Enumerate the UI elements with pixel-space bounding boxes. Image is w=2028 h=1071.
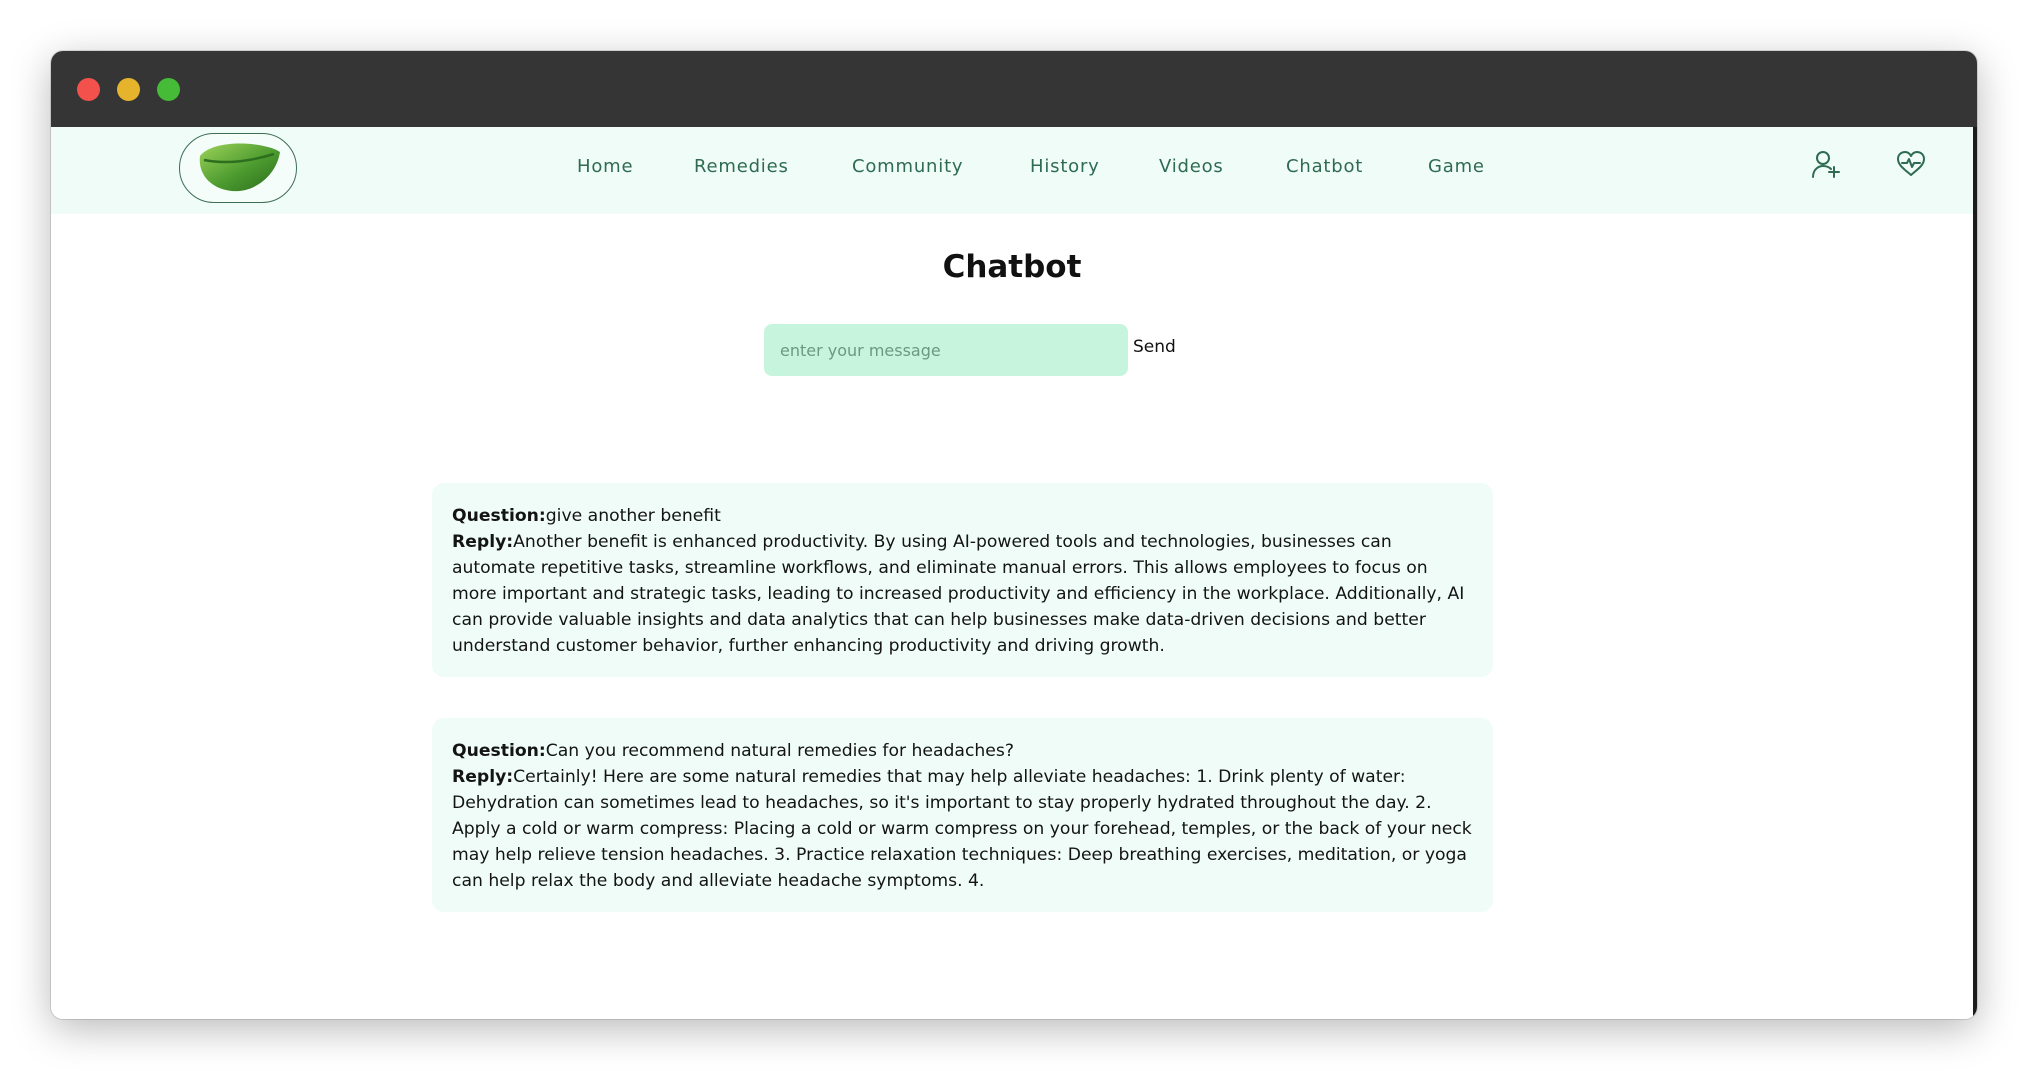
reply-line: Reply:Another benefit is enhanced produc…: [452, 529, 1473, 659]
leaf-icon: [199, 143, 280, 192]
question-line: Question:Can you recommend natural remed…: [452, 738, 1473, 764]
reply-label: Reply:: [452, 532, 514, 552]
question-text: Can you recommend natural remedies for h…: [545, 741, 1014, 761]
page-title: Chatbot: [942, 249, 1082, 285]
question-line: Question:give another benefit: [452, 503, 1473, 529]
window-titlebar: [51, 51, 1977, 128]
minimize-window-button[interactable]: [117, 78, 140, 101]
reply-line: Reply:Certainly! Here are some natural r…: [452, 764, 1473, 894]
chat-entry: Question:Can you recommend natural remed…: [432, 718, 1493, 912]
heart-pulse-icon[interactable]: [1896, 149, 1926, 179]
user-plus-icon[interactable]: [1811, 149, 1841, 179]
desktop-stage: Home Remedies Community History Videos C…: [0, 0, 2028, 1071]
nav-link-home[interactable]: Home: [577, 156, 633, 177]
maximize-window-button[interactable]: [157, 78, 180, 101]
question-text: give another benefit: [545, 506, 721, 526]
nav-link-chatbot[interactable]: Chatbot: [1286, 156, 1363, 177]
message-input[interactable]: [764, 324, 1128, 376]
reply-label: Reply:: [452, 767, 514, 787]
reply-text: Another benefit is enhanced productivity…: [452, 532, 1465, 656]
question-label: Question:: [452, 506, 546, 526]
question-label: Question:: [452, 741, 546, 761]
chat-entry: Question:give another benefit Reply:Anot…: [432, 483, 1493, 677]
reply-text: Certainly! Here are some natural remedie…: [452, 767, 1472, 891]
nav-link-community[interactable]: Community: [852, 156, 963, 177]
nav-link-remedies[interactable]: Remedies: [694, 156, 789, 177]
site-logo[interactable]: [179, 133, 297, 203]
nav-link-history[interactable]: History: [1030, 156, 1100, 177]
browser-window: Home Remedies Community History Videos C…: [51, 51, 1977, 1019]
nav-link-videos[interactable]: Videos: [1159, 156, 1224, 177]
send-button[interactable]: Send: [1133, 337, 1176, 357]
nav-link-game[interactable]: Game: [1428, 156, 1485, 177]
close-window-button[interactable]: [77, 78, 100, 101]
top-navbar: Home Remedies Community History Videos C…: [51, 127, 1973, 214]
page-viewport: Home Remedies Community History Videos C…: [51, 127, 1977, 1019]
